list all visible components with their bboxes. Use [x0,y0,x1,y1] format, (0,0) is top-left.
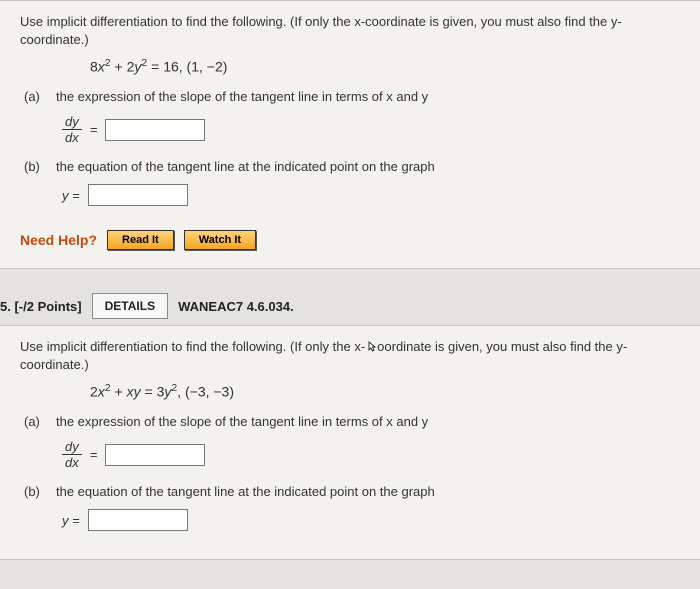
q2-header: 5. [-/2 Points] DETAILS WANEAC7 4.6.034. [0,289,700,325]
cursor-icon [365,340,377,354]
question-2: Use implicit differentiation to find the… [0,325,700,560]
q1-part-a-label: (a) [24,89,48,104]
q2-part-a: (a) the expression of the slope of the t… [20,414,680,470]
q2-part-b-text: the equation of the tangent line at the … [56,484,435,499]
q1-part-b-text: the equation of the tangent line at the … [56,159,435,174]
watch-it-button[interactable]: Watch It [184,230,256,250]
details-button[interactable]: DETAILS [92,293,168,319]
q1-equation: 8x2 + 2y2 = 16, (1, −2) [90,57,680,75]
y-equals: y = [62,188,80,203]
need-help-label: Need Help? [20,232,97,248]
read-it-button[interactable]: Read It [107,230,174,250]
q2-intro: Use implicit differentiation to find the… [20,338,680,374]
equals-sign: = [90,122,98,137]
q1-part-b: (b) the equation of the tangent line at … [20,159,680,206]
frac-den: dx [62,455,82,470]
q1-part-a: (a) the expression of the slope of the t… [20,89,680,145]
frac-num: dy [62,114,82,130]
equals-sign: = [90,447,98,462]
q2-part-b-label: (b) [24,484,48,499]
q2-points: 5. [-/2 Points] [0,299,82,314]
frac-num: dy [62,439,82,455]
y-equals: y = [62,513,80,528]
question-1: Use implicit differentiation to find the… [0,0,700,269]
q1-part-b-label: (b) [24,159,48,174]
q2-part-a-text: the expression of the slope of the tange… [56,414,428,429]
q2-partA-input[interactable] [105,444,205,466]
q1-intro: Use implicit differentiation to find the… [20,13,680,49]
q1-partA-input[interactable] [105,119,205,141]
q2-part-b: (b) the equation of the tangent line at … [20,484,680,531]
q1-partB-input[interactable] [88,184,188,206]
q2-partB-input[interactable] [88,509,188,531]
frac-den: dx [62,130,82,145]
q1-part-a-text: the expression of the slope of the tange… [56,89,428,104]
q2-intro-a: Use implicit differentiation to find the… [20,339,365,354]
q2-part-a-label: (a) [24,414,48,429]
dy-dx-fraction: dy dx [62,114,82,145]
q2-equation: 2x2 + xy = 3y2, (−3, −3) [90,382,680,400]
dy-dx-fraction: dy dx [62,439,82,470]
need-help-row: Need Help? Read It Watch It [20,230,680,250]
q2-code: WANEAC7 4.6.034. [178,299,294,314]
